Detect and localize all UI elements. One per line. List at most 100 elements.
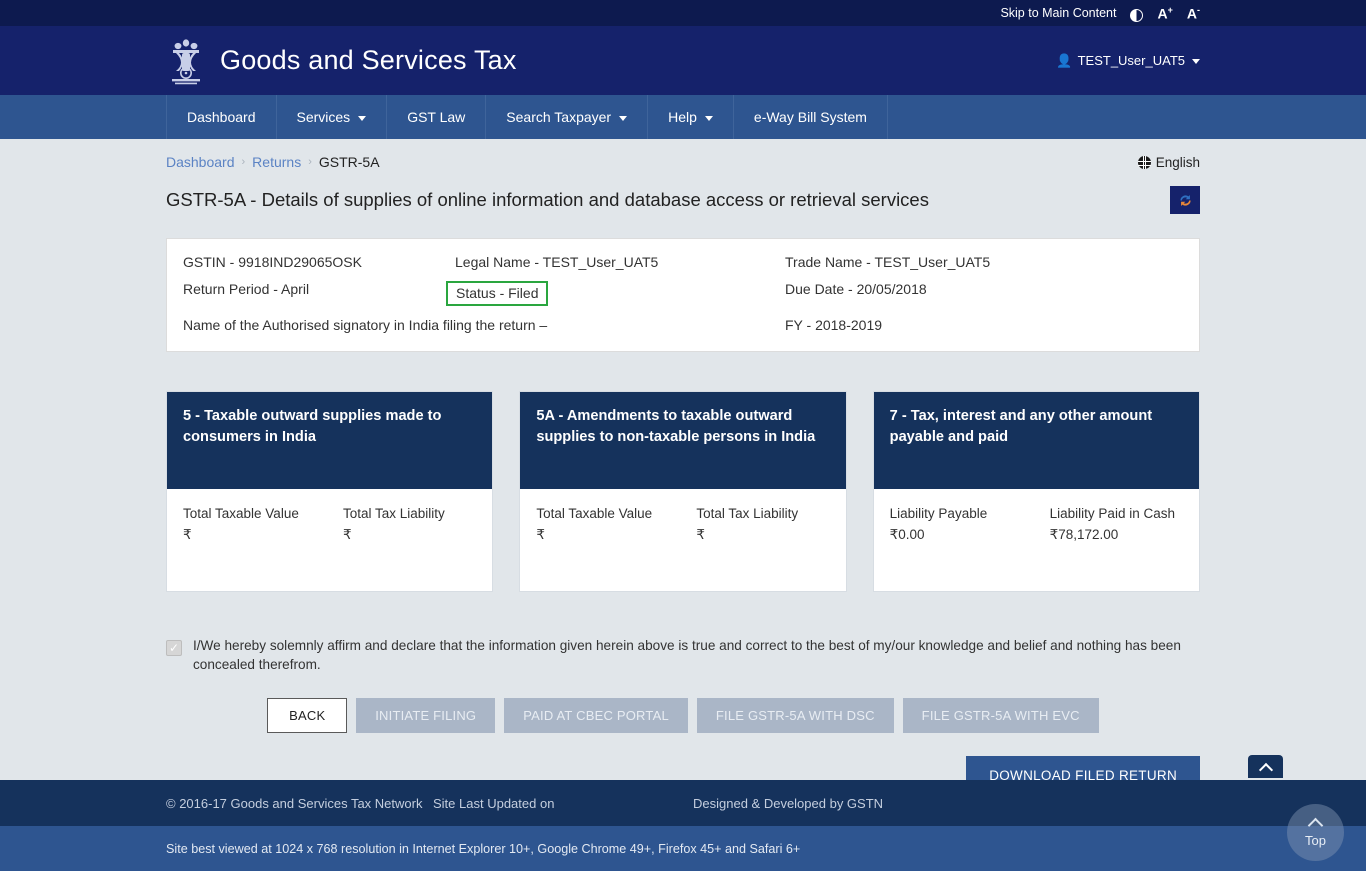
- declaration-block: ✓ I/We hereby solemnly affirm and declar…: [166, 637, 1200, 675]
- main-content: Dashboard › Returns › GSTR-5A English GS…: [0, 139, 1366, 795]
- chevron-down-icon: [705, 116, 713, 121]
- tile-metric: Total Tax Liability ₹: [696, 506, 829, 543]
- nav-item-label: Services: [297, 109, 351, 125]
- breadcrumb-row: Dashboard › Returns › GSTR-5A English: [166, 139, 1200, 172]
- gstin-value: GSTIN - 9918IND29065OSK: [183, 254, 455, 270]
- authorised-signatory-value: Name of the Authorised signatory in Indi…: [183, 317, 785, 333]
- chevron-up-icon: [1308, 818, 1324, 834]
- language-label: English: [1156, 155, 1200, 170]
- globe-icon: [1138, 156, 1151, 169]
- nav-item-label: GST Law: [407, 109, 465, 125]
- nav-item-label: e-Way Bill System: [754, 109, 867, 125]
- declaration-text: I/We hereby solemnly affirm and declare …: [193, 637, 1183, 675]
- tile-heading: 7 - Tax, interest and any other amount p…: [874, 392, 1199, 489]
- status-badge: Status - Filed: [446, 281, 548, 306]
- india-emblem-icon: [166, 33, 206, 88]
- tile-metric-value: ₹78,172.00: [1050, 527, 1183, 543]
- tile-body: Total Taxable Value ₹ Total Tax Liabilit…: [520, 489, 845, 559]
- nav-item-eway-bill-system[interactable]: e-Way Bill System: [734, 95, 888, 139]
- tile-metric: Total Taxable Value ₹: [536, 506, 696, 543]
- tile-metric-label: Total Taxable Value: [536, 506, 696, 521]
- tile-metric-value: ₹: [183, 527, 343, 543]
- footer-copyright: © 2016-17 Goods and Services Tax Network: [166, 796, 433, 811]
- chevron-down-icon: [358, 116, 366, 121]
- footer-top: © 2016-17 Goods and Services Tax Network…: [0, 780, 1366, 826]
- footer-developed-by: Designed & Developed by GSTN: [693, 796, 883, 811]
- taxpayer-row: Return Period - April Status - Filed Due…: [183, 281, 1183, 306]
- action-button-row: BACK INITIATE FILING PAID AT CBEC PORTAL…: [166, 698, 1200, 733]
- utility-bar: Skip to Main Content A+ A-: [0, 0, 1366, 26]
- initiate-filing-button[interactable]: INITIATE FILING: [356, 698, 495, 733]
- page-title-row: GSTR-5A - Details of supplies of online …: [166, 183, 1200, 217]
- tile-metric: Liability Payable ₹0.00: [890, 506, 1050, 543]
- tile-metric-label: Total Taxable Value: [183, 506, 343, 521]
- tile-metric: Total Taxable Value ₹: [183, 506, 343, 543]
- site-title: Goods and Services Tax: [220, 45, 517, 76]
- tile-metric-label: Liability Payable: [890, 506, 1050, 521]
- summary-tiles: 5 - Taxable outward supplies made to con…: [166, 391, 1200, 592]
- taxpayer-row: GSTIN - 9918IND29065OSK Legal Name - TES…: [183, 254, 1183, 270]
- scroll-to-top-tab[interactable]: [1248, 755, 1283, 778]
- tile-heading: 5A - Amendments to taxable outward suppl…: [520, 392, 845, 489]
- tile-amendments-to-taxable-supplies[interactable]: 5A - Amendments to taxable outward suppl…: [519, 391, 846, 592]
- nav-item-label: Help: [668, 109, 697, 125]
- scroll-to-top-label: Top: [1305, 833, 1326, 848]
- tile-body: Liability Payable ₹0.00 Liability Paid i…: [874, 489, 1199, 559]
- legal-name-value: Legal Name - TEST_User_UAT5: [455, 254, 785, 270]
- user-menu-label: TEST_User_UAT5: [1078, 53, 1185, 68]
- nav-item-dashboard[interactable]: Dashboard: [166, 95, 277, 139]
- language-selector[interactable]: English: [1138, 155, 1200, 170]
- contrast-icon[interactable]: [1130, 9, 1143, 22]
- page-title: GSTR-5A - Details of supplies of online …: [166, 189, 929, 211]
- scroll-to-top-button[interactable]: Top: [1287, 804, 1344, 861]
- return-period-value: Return Period - April: [183, 281, 455, 306]
- breadcrumb-item-dashboard[interactable]: Dashboard: [166, 154, 235, 170]
- tile-metric-value: ₹: [536, 527, 696, 543]
- chevron-up-icon: [1258, 762, 1272, 776]
- footer-best-viewed: Site best viewed at 1024 x 768 resolutio…: [166, 842, 800, 856]
- breadcrumb-separator: ›: [242, 156, 246, 168]
- chevron-down-icon: [1192, 59, 1200, 64]
- footer-last-updated: Site Last Updated on: [433, 796, 693, 811]
- taxpayer-row: Name of the Authorised signatory in Indi…: [183, 317, 1183, 333]
- trade-name-value: Trade Name - TEST_User_UAT5: [785, 254, 1183, 270]
- tile-metric-label: Total Tax Liability: [343, 506, 476, 521]
- user-menu[interactable]: 👤 TEST_User_UAT5: [1056, 53, 1200, 69]
- font-decrease-button[interactable]: A-: [1187, 5, 1200, 22]
- chevron-down-icon: [619, 116, 627, 121]
- breadcrumb-item-current: GSTR-5A: [319, 154, 380, 170]
- tile-body: Total Taxable Value ₹ Total Tax Liabilit…: [167, 489, 492, 559]
- tile-metric: Total Tax Liability ₹: [343, 506, 476, 543]
- due-date-value: Due Date - 20/05/2018: [785, 281, 1183, 306]
- tile-metric: Liability Paid in Cash ₹78,172.00: [1050, 506, 1183, 543]
- breadcrumb: Dashboard › Returns › GSTR-5A: [166, 154, 380, 170]
- nav-item-label: Dashboard: [187, 109, 256, 125]
- tile-tax-interest-payable-and-paid[interactable]: 7 - Tax, interest and any other amount p…: [873, 391, 1200, 592]
- nav-item-label: Search Taxpayer: [506, 109, 611, 125]
- font-increase-button[interactable]: A+: [1157, 5, 1172, 22]
- tile-metric-value: ₹: [696, 527, 829, 543]
- file-gstr5a-with-dsc-button[interactable]: FILE GSTR-5A WITH DSC: [697, 698, 894, 733]
- nav-item-search-taxpayer[interactable]: Search Taxpayer: [486, 95, 648, 139]
- user-icon: 👤: [1056, 53, 1072, 69]
- tile-metric-value: ₹: [343, 527, 476, 543]
- tile-taxable-outward-supplies[interactable]: 5 - Taxable outward supplies made to con…: [166, 391, 493, 592]
- page-footer: © 2016-17 Goods and Services Tax Network…: [0, 780, 1366, 871]
- taxpayer-info-panel: GSTIN - 9918IND29065OSK Legal Name - TES…: [166, 238, 1200, 352]
- refresh-button[interactable]: [1170, 186, 1200, 214]
- file-gstr5a-with-evc-button[interactable]: FILE GSTR-5A WITH EVC: [903, 698, 1099, 733]
- tile-metric-value: ₹0.00: [890, 527, 1050, 543]
- paid-at-cbec-portal-button[interactable]: PAID AT CBEC PORTAL: [504, 698, 688, 733]
- nav-item-gst-law[interactable]: GST Law: [387, 95, 486, 139]
- nav-item-services[interactable]: Services: [277, 95, 388, 139]
- nav-item-help[interactable]: Help: [648, 95, 734, 139]
- refresh-icon: [1177, 192, 1194, 209]
- brand-header: Goods and Services Tax 👤 TEST_User_UAT5: [0, 26, 1366, 95]
- financial-year-value: FY - 2018-2019: [785, 317, 1183, 333]
- skip-to-main-content-link[interactable]: Skip to Main Content: [1000, 6, 1116, 20]
- declaration-checkbox[interactable]: ✓: [166, 640, 182, 656]
- tile-metric-label: Liability Paid in Cash: [1050, 506, 1183, 521]
- breadcrumb-item-returns[interactable]: Returns: [252, 154, 301, 170]
- footer-bottom: Site best viewed at 1024 x 768 resolutio…: [0, 826, 1366, 871]
- back-button[interactable]: BACK: [267, 698, 347, 733]
